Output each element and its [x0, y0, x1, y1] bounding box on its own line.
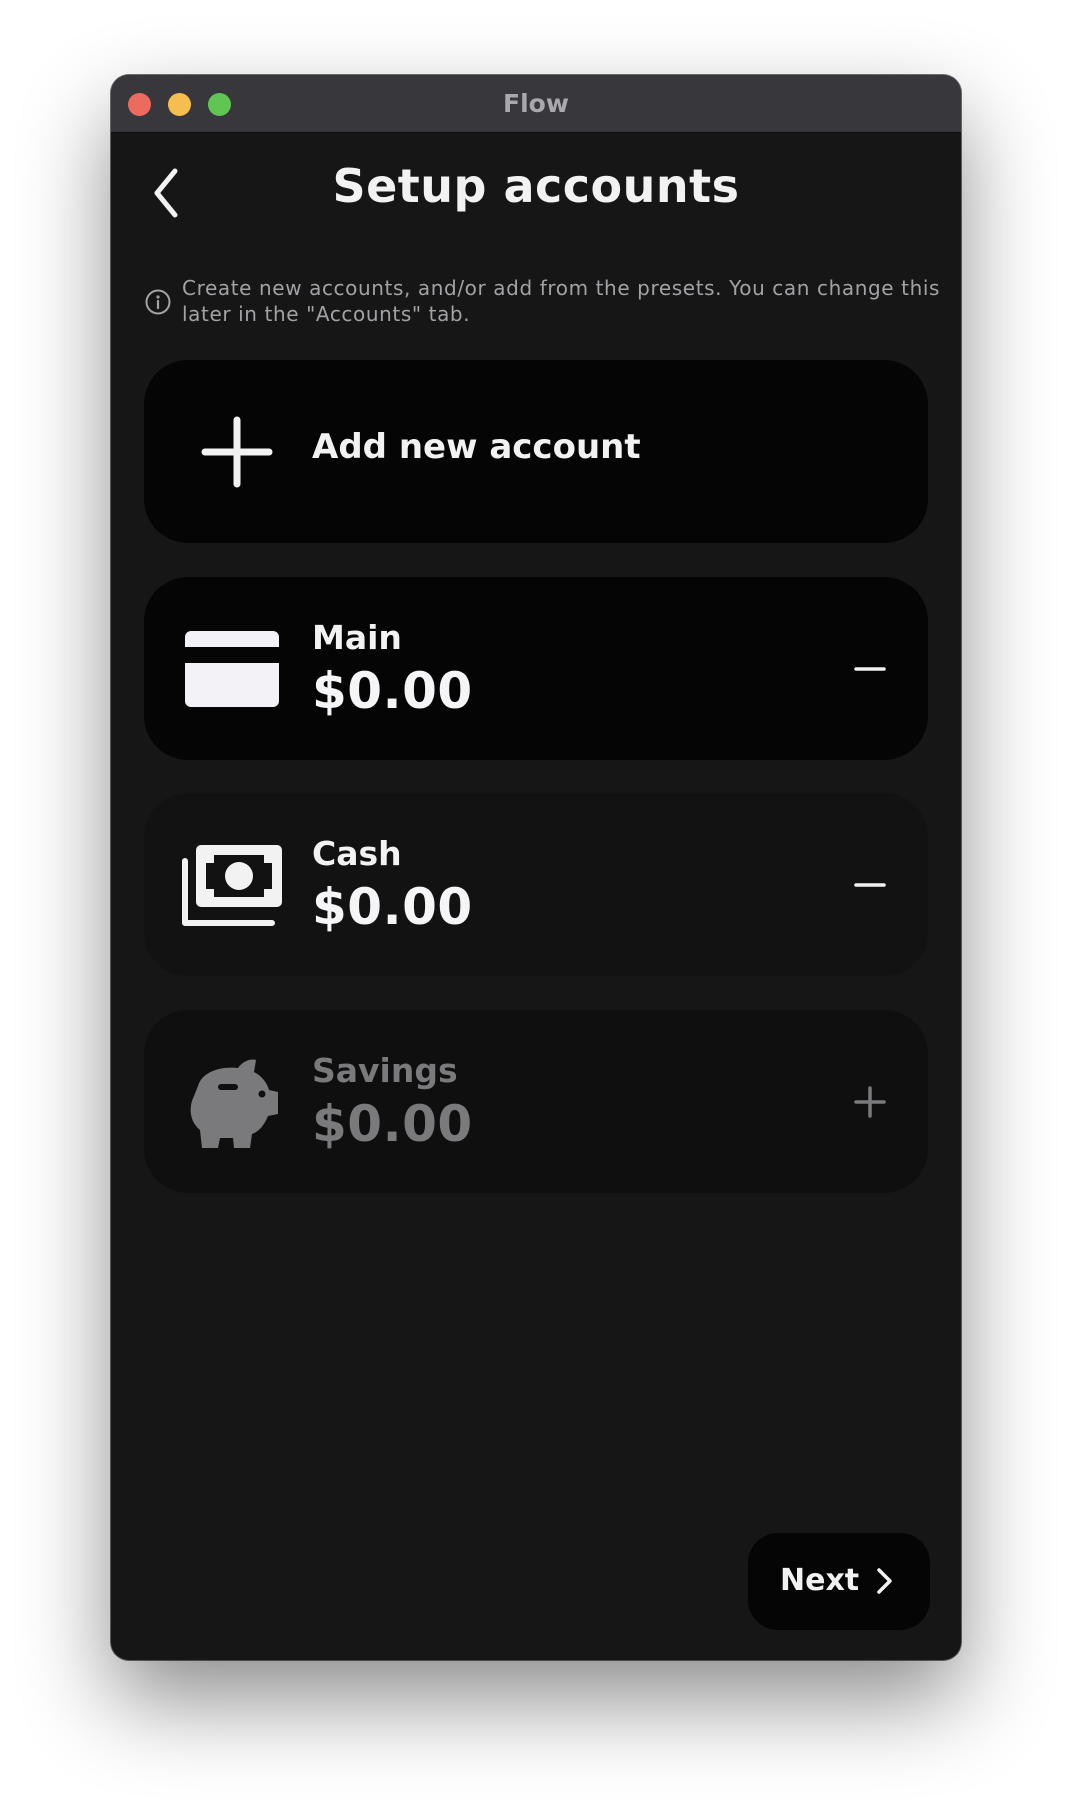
window-title: Flow: [503, 89, 569, 118]
plus-icon: [854, 1086, 886, 1118]
page-title: Setup accounts: [332, 159, 740, 213]
add-new-account-button[interactable]: Add new account: [144, 360, 928, 543]
remove-account-button[interactable]: [848, 647, 892, 691]
remove-account-button[interactable]: [848, 863, 892, 907]
credit-card-icon: [185, 631, 279, 707]
account-name: Savings: [312, 1051, 458, 1090]
minus-icon: [854, 667, 886, 671]
title-bar: Flow: [111, 75, 961, 133]
minus-icon: [854, 883, 886, 887]
account-name: Main: [312, 618, 402, 657]
cash-icon: [182, 845, 282, 926]
app-window: Flow Setup accounts Create new accounts,…: [111, 75, 961, 1660]
info-text: Create new accounts, and/or add from the…: [182, 276, 941, 326]
piggy-bank-icon: [190, 1059, 278, 1148]
plus-icon: [201, 416, 273, 488]
account-balance: $0.00: [312, 878, 473, 936]
account-card-cash[interactable]: Cash $0.00: [144, 793, 928, 976]
account-card-main[interactable]: Main $0.00: [144, 577, 928, 760]
account-balance: $0.00: [312, 662, 473, 720]
chevron-right-icon: [877, 1568, 892, 1594]
info-icon: [145, 289, 171, 315]
account-name: Cash: [312, 834, 402, 873]
add-account-button[interactable]: [848, 1080, 892, 1124]
add-new-account-label: Add new account: [312, 427, 641, 467]
account-balance: $0.00: [312, 1095, 473, 1153]
next-button[interactable]: Next: [748, 1533, 930, 1630]
next-label: Next: [780, 1563, 860, 1598]
account-card-savings[interactable]: Savings $0.00: [144, 1010, 928, 1193]
